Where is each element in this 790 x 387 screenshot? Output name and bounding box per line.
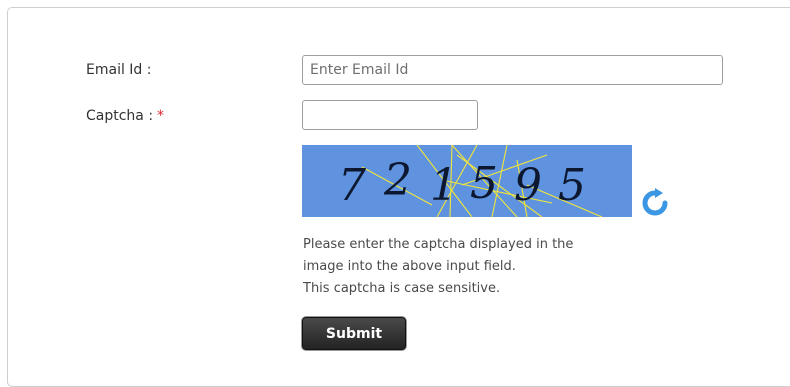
captcha-label-wrap: Captcha : * — [86, 108, 164, 124]
help-line: This captcha is case sensitive. — [303, 281, 501, 296]
captcha-char: 5 — [558, 160, 586, 211]
help-line: Please enter the captcha displayed in th… — [303, 237, 574, 252]
captcha-char: 5 — [470, 158, 498, 209]
refresh-icon[interactable] — [640, 188, 670, 218]
captcha-char: 9 — [514, 160, 542, 211]
captcha-label: Captcha : — [86, 108, 154, 124]
required-marker: * — [157, 108, 165, 124]
captcha-char: 7 — [338, 160, 366, 211]
email-label: Email Id : — [86, 62, 152, 78]
captcha-char: 1 — [430, 160, 458, 211]
captcha-image: 7 2 1 5 9 5 — [302, 145, 632, 217]
email-input[interactable] — [302, 55, 723, 85]
help-line: image into the above input field. — [303, 259, 516, 274]
submit-button[interactable]: Submit — [302, 317, 406, 350]
captcha-char: 2 — [383, 155, 412, 206]
captcha-help-text: Please enter the captcha displayed in th… — [303, 234, 573, 300]
captcha-input[interactable] — [302, 100, 478, 130]
